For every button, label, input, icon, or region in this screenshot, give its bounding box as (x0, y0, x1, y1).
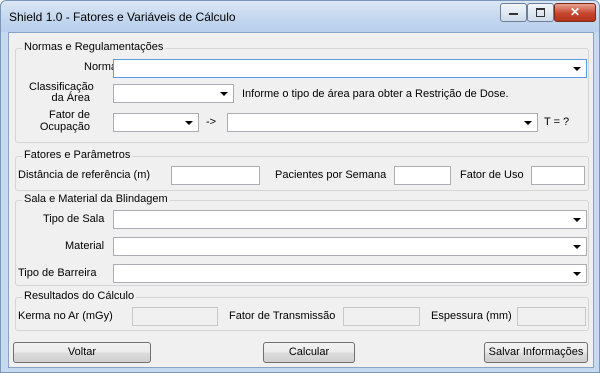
transmissao-output (343, 307, 420, 326)
distancia-input[interactable] (171, 166, 260, 185)
maximize-button[interactable] (527, 3, 554, 22)
fator-uso-label: Fator de Uso (460, 169, 524, 181)
chevron-down-icon (220, 92, 228, 96)
chevron-down-icon (185, 121, 193, 125)
chevron-down-icon (573, 218, 581, 222)
minimize-button[interactable] (500, 3, 527, 22)
material-label: Material (65, 240, 105, 252)
group-fatores-legend: Fatores e Parâmetros (22, 149, 133, 161)
classificacao-label-line2: da Área (51, 92, 90, 104)
chevron-down-icon (573, 67, 581, 71)
voltar-button[interactable]: Voltar (13, 342, 151, 363)
norma-select[interactable] (113, 59, 587, 78)
window-title: Shield 1.0 - Fatores e Variáveis de Cálc… (9, 10, 236, 24)
tipo-barreira-select[interactable] (113, 264, 587, 283)
title-bar[interactable]: Shield 1.0 - Fatores e Variáveis de Cálc… (1, 1, 599, 32)
fator-ocupacao-detail-select[interactable] (227, 113, 538, 132)
fator-ocupacao-select[interactable] (113, 113, 199, 132)
calcular-button[interactable]: Calcular (263, 342, 355, 363)
transmissao-label: Fator de Transmissão (229, 310, 336, 322)
espessura-label: Espessura (mm) (431, 310, 512, 322)
chevron-down-icon (524, 121, 532, 125)
group-resultados-legend: Resultados do Cálculo (22, 290, 137, 302)
fator-ocupacao-label-line2: Ocupação (39, 121, 90, 133)
t-value-label: T = ? (544, 116, 570, 128)
tipo-sala-select[interactable] (113, 210, 587, 229)
arrow-separator: -> (206, 116, 217, 128)
fator-ocupacao-label-line1: Fator de (49, 109, 90, 121)
kerma-label: Kerma no Ar (mGy) (18, 310, 113, 322)
material-select[interactable] (113, 237, 587, 256)
chevron-down-icon (573, 272, 581, 276)
classificacao-hint: Informe o tipo de área para obter a Rest… (242, 88, 509, 100)
pacientes-label: Pacientes por Semana (275, 169, 387, 181)
classificacao-area-select[interactable] (113, 84, 234, 103)
maximize-icon (536, 8, 545, 17)
pacientes-input[interactable] (394, 166, 451, 185)
group-normas-legend: Normas e Regulamentações (22, 41, 166, 53)
minimize-icon (509, 13, 518, 15)
espessura-output (517, 307, 586, 326)
kerma-output (132, 307, 218, 326)
chevron-down-icon (573, 245, 581, 249)
form-client-area: Normas e Regulamentações Norma Classific… (8, 32, 594, 368)
distancia-label: Distância de referência (m) (18, 169, 151, 181)
salvar-informacoes-button[interactable]: Salvar Informações (484, 342, 588, 363)
group-sala-legend: Sala e Material da Blindagem (22, 193, 170, 205)
tipo-sala-label: Tipo de Sala (43, 213, 105, 225)
app-window: Shield 1.0 - Fatores e Variáveis de Cálc… (0, 0, 600, 373)
fator-uso-input[interactable] (531, 166, 585, 185)
tipo-barreira-label: Tipo de Barreira (18, 267, 97, 279)
close-button[interactable]: ✕ (554, 3, 596, 22)
close-icon: ✕ (569, 5, 581, 19)
